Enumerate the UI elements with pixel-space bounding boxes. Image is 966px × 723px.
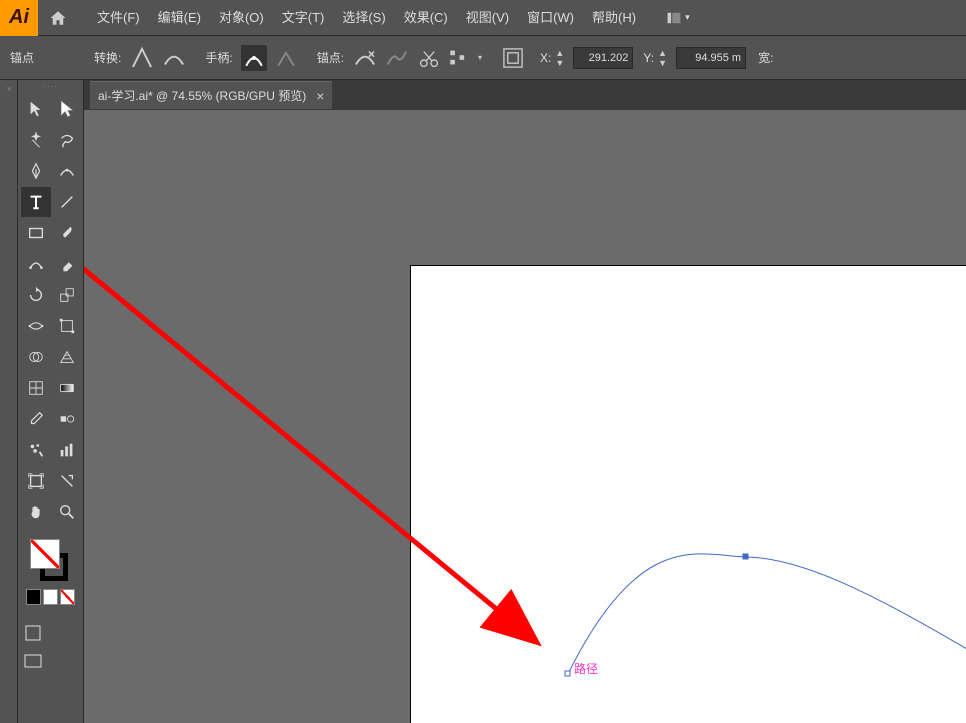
y-label: Y: <box>643 51 654 65</box>
artboard <box>411 266 966 723</box>
column-graph-tool[interactable] <box>52 435 82 465</box>
x-spinner-icon[interactable]: ▲▼ <box>555 48 569 68</box>
document-tab[interactable]: ai-学习.ai* @ 74.55% (RGB/GPU 预览) × <box>90 81 332 109</box>
convert-smooth-icon[interactable] <box>161 45 187 71</box>
blend-tool[interactable] <box>52 404 82 434</box>
eraser-tool[interactable] <box>52 249 82 279</box>
handle-label: 手柄: <box>205 49 232 66</box>
convert-label: 转换: <box>94 49 121 66</box>
anchor2-label: 锚点: <box>317 49 344 66</box>
symbol-sprayer-tool[interactable] <box>21 435 51 465</box>
hand-tool[interactable] <box>21 497 51 527</box>
none-mode-swatch[interactable] <box>60 589 75 605</box>
width-tool[interactable] <box>21 311 51 341</box>
paintbrush-tool[interactable] <box>52 218 82 248</box>
menu-edit[interactable]: 编辑(E) <box>149 0 210 36</box>
draw-normal-icon[interactable] <box>23 623 43 643</box>
magic-wand-tool[interactable] <box>21 125 51 155</box>
free-transform-tool[interactable] <box>52 311 82 341</box>
dock-grip-icon[interactable]: ›› <box>0 80 17 97</box>
toolbar: ···· <box>18 80 84 723</box>
menu-file[interactable]: 文件(F) <box>88 0 149 36</box>
color-mode-swatch[interactable] <box>26 589 41 605</box>
curvature-tool[interactable] <box>52 156 82 186</box>
document-tab-title: ai-学习.ai* @ 74.55% (RGB/GPU 预览) <box>98 87 306 104</box>
zoom-tool[interactable] <box>52 497 82 527</box>
gradient-mode-swatch[interactable] <box>43 589 58 605</box>
rotate-tool[interactable] <box>21 280 51 310</box>
handle-hide-icon[interactable] <box>273 45 299 71</box>
lasso-tool[interactable] <box>52 125 82 155</box>
home-icon[interactable] <box>38 0 78 36</box>
y-spinner-icon[interactable]: ▲▼ <box>658 48 672 68</box>
connect-anchor-icon[interactable] <box>384 45 410 71</box>
menu-view[interactable]: 视图(V) <box>457 0 518 36</box>
artboard-tool[interactable] <box>21 466 51 496</box>
shape-builder-tool[interactable] <box>21 342 51 372</box>
menu-help[interactable]: 帮助(H) <box>583 0 645 36</box>
scale-tool[interactable] <box>52 280 82 310</box>
close-icon[interactable]: × <box>316 88 324 104</box>
menu-select[interactable]: 选择(S) <box>333 0 394 36</box>
selection-tool[interactable] <box>21 94 51 124</box>
fill-swatch[interactable] <box>30 539 60 569</box>
y-input[interactable] <box>676 47 746 69</box>
type-tool[interactable] <box>21 187 51 217</box>
rectangle-tool[interactable] <box>21 218 51 248</box>
menu-object[interactable]: 对象(O) <box>210 0 273 36</box>
x-label: X: <box>540 51 551 65</box>
menubar: Ai 文件(F) 编辑(E) 对象(O) 文字(T) 选择(S) 效果(C) 视… <box>0 0 966 36</box>
workspace-switcher[interactable]: ▾ <box>665 11 690 25</box>
fill-stroke-swatch[interactable] <box>30 539 72 581</box>
tab-bar: ai-学习.ai* @ 74.55% (RGB/GPU 预览) × <box>84 80 966 110</box>
line-tool[interactable] <box>52 187 82 217</box>
left-dock: ›› <box>0 80 18 723</box>
shaper-tool[interactable] <box>21 249 51 279</box>
slice-tool[interactable] <box>52 466 82 496</box>
x-input[interactable] <box>573 47 633 69</box>
menu-type[interactable]: 文字(T) <box>273 0 334 36</box>
mesh-tool[interactable] <box>21 373 51 403</box>
canvas[interactable]: 路径 <box>84 110 966 723</box>
pen-tool[interactable] <box>21 156 51 186</box>
path-tooltip: 路径 <box>574 660 598 677</box>
align-anchor-icon[interactable]: ▾ <box>448 45 482 71</box>
app-logo[interactable]: Ai <box>0 0 38 36</box>
screen-mode-icon[interactable] <box>23 651 43 671</box>
handle-show-icon[interactable] <box>241 45 267 71</box>
isolate-icon[interactable] <box>500 45 526 71</box>
perspective-grid-tool[interactable] <box>52 342 82 372</box>
anchor-label: 锚点 <box>10 49 34 66</box>
toolbar-grip-icon[interactable]: ···· <box>18 82 83 92</box>
w-label: 宽: <box>758 49 773 66</box>
direct-selection-tool[interactable] <box>52 94 82 124</box>
gradient-tool[interactable] <box>52 373 82 403</box>
remove-anchor-icon[interactable] <box>352 45 378 71</box>
eyedropper-tool[interactable] <box>21 404 51 434</box>
convert-corner-icon[interactable] <box>129 45 155 71</box>
menu-effect[interactable]: 效果(C) <box>395 0 457 36</box>
cut-path-icon[interactable] <box>416 45 442 71</box>
menu-window[interactable]: 窗口(W) <box>518 0 583 36</box>
control-bar: 锚点 转换: 手柄: 锚点: ▾ X: ▲▼ Y: ▲▼ 宽: <box>0 36 966 80</box>
